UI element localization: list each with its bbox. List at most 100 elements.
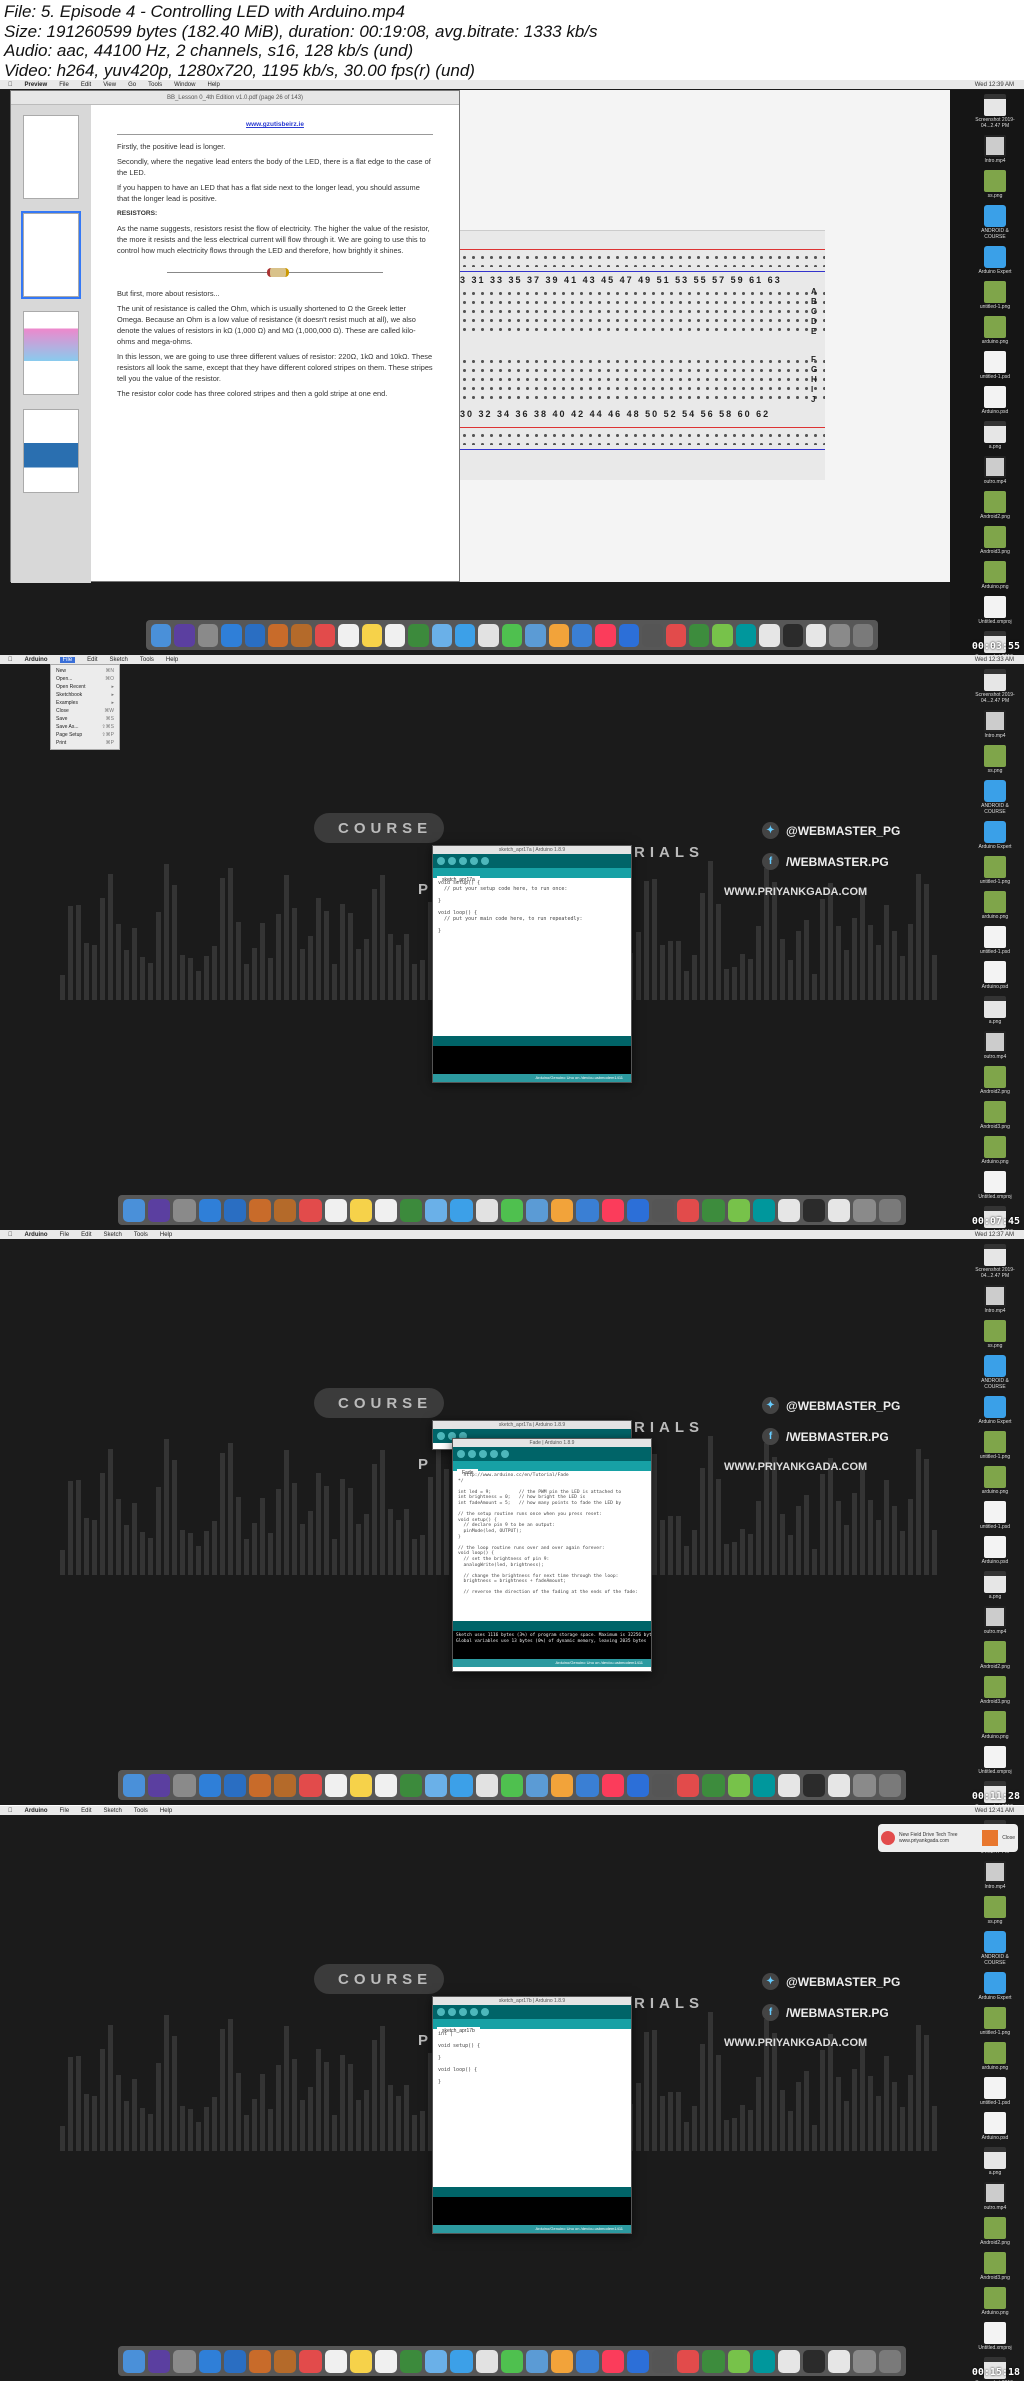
dock-app-icon[interactable] <box>478 623 499 647</box>
menu-edit[interactable]: Edit <box>81 1808 91 1814</box>
menu-file-open[interactable]: File <box>59 656 76 663</box>
menu-sketch[interactable]: Sketch <box>104 1808 122 1814</box>
code-editor[interactable]: http://www.arduino.cc/en/Tutorial/Fade *… <box>453 1471 651 1621</box>
apple-icon[interactable]:  <box>8 1808 13 1814</box>
menu-tools[interactable]: Tools <box>134 1808 148 1814</box>
file-menu-item[interactable]: Sketchbook ▸ <box>51 691 119 699</box>
dock-app-icon[interactable] <box>248 1198 272 1222</box>
dock-app-icon[interactable] <box>475 2349 498 2373</box>
dock-app-icon[interactable] <box>677 1773 700 1797</box>
desktop-icon[interactable]: Arduino.psd <box>973 1536 1017 1565</box>
menu-file[interactable]: File <box>60 1808 70 1814</box>
desktop-icon[interactable]: ANDROID & COURSE <box>973 1931 1017 1966</box>
arduino-titlebar[interactable]: sketch_apr17a | Arduino 1.8.9 <box>433 846 631 854</box>
dock-app-icon[interactable] <box>223 2349 246 2373</box>
menu-view[interactable]: View <box>103 82 116 88</box>
dock-app-icon[interactable] <box>198 1198 221 1222</box>
dock-app-icon[interactable] <box>475 1198 498 1222</box>
dock-app-icon[interactable] <box>642 623 663 647</box>
dock-app-icon[interactable] <box>173 1773 196 1797</box>
desktop-icon[interactable]: Arduino.png <box>973 1136 1017 1165</box>
dock-app-icon[interactable] <box>727 1198 750 1222</box>
menu-help[interactable]: Help <box>166 657 178 663</box>
dock-app-icon[interactable] <box>829 623 850 647</box>
dock-app-icon[interactable] <box>852 623 874 647</box>
dock-app-icon[interactable] <box>198 1773 221 1797</box>
desktop-icon[interactable]: Android2.png <box>973 491 1017 520</box>
dock-app-icon[interactable] <box>777 2349 801 2373</box>
dock-app-icon[interactable] <box>803 1198 826 1222</box>
desktop-icon[interactable]: untitled-1.png <box>973 2007 1017 2036</box>
dock-app-icon[interactable] <box>299 2349 322 2373</box>
dock-app-icon[interactable] <box>525 623 546 647</box>
dock-app-icon[interactable] <box>361 623 382 647</box>
page-thumbnail-selected[interactable] <box>21 211 81 299</box>
file-menu-item[interactable]: Save As... ⇧⌘S <box>51 723 119 731</box>
desktop-icon[interactable]: outro.mp4 <box>973 1031 1017 1060</box>
dock-app-icon[interactable] <box>431 623 453 647</box>
new-icon[interactable] <box>459 2008 467 2016</box>
dock-app-icon[interactable] <box>221 623 242 647</box>
open-icon[interactable] <box>490 1450 498 1458</box>
desktop-icon[interactable]: Intro.mp4 <box>973 710 1017 739</box>
dock-app-icon[interactable] <box>475 1773 498 1797</box>
dock-app-icon[interactable] <box>803 2349 826 2373</box>
dock-app-icon[interactable] <box>173 1198 196 1222</box>
dock-app-icon[interactable] <box>702 1773 725 1797</box>
file-menu-item[interactable]: Open Recent ▸ <box>51 683 119 691</box>
dock-app-icon[interactable] <box>450 2349 473 2373</box>
dock-app-icon[interactable] <box>752 2349 775 2373</box>
desktop-icon[interactable]: ANDROID & COURSE <box>973 205 1017 240</box>
dock-app-icon[interactable] <box>349 1773 372 1797</box>
desktop-icon[interactable]: arduino.png <box>973 2042 1017 2071</box>
dock-app-icon[interactable] <box>601 1773 624 1797</box>
desktop-icon[interactable]: ss.png <box>973 1320 1017 1349</box>
dock-app-icon[interactable] <box>148 1198 171 1222</box>
desktop-icon[interactable]: untitled-1.psd <box>973 1501 1017 1530</box>
desktop-icon[interactable]: Arduino.psd <box>973 961 1017 990</box>
dock-app-icon[interactable] <box>299 1773 322 1797</box>
menu-help[interactable]: Help <box>160 1808 172 1814</box>
dock-app-icon[interactable] <box>777 1198 801 1222</box>
desktop-icon[interactable]: Android3.png <box>973 1101 1017 1130</box>
dock-app-icon[interactable] <box>677 1198 700 1222</box>
dock-app-icon[interactable] <box>853 2349 876 2373</box>
dock-app-icon[interactable] <box>173 2349 196 2373</box>
desktop-icon[interactable]: Android3.png <box>973 526 1017 555</box>
apple-icon[interactable]:  <box>8 657 13 663</box>
dock-app-icon[interactable] <box>618 623 640 647</box>
open-icon[interactable] <box>470 2008 478 2016</box>
dock-app-icon[interactable] <box>878 1198 901 1222</box>
dock-app-icon[interactable] <box>759 623 780 647</box>
dock-app-icon[interactable] <box>267 623 289 647</box>
dock-app-icon[interactable] <box>651 1773 675 1797</box>
desktop-icon[interactable]: Arduino Expert <box>973 1972 1017 2001</box>
desktop-icon[interactable]: Arduino.psd <box>973 2112 1017 2141</box>
dock-app-icon[interactable] <box>123 2349 146 2373</box>
dock-app-icon[interactable] <box>727 1773 750 1797</box>
desktop-icon[interactable]: Intro.mp4 <box>973 135 1017 164</box>
dock-app-icon[interactable] <box>626 1773 649 1797</box>
menu-file[interactable]: File <box>60 1232 70 1238</box>
dock-app-icon[interactable] <box>551 1773 574 1797</box>
dock-app-icon[interactable] <box>601 2349 624 2373</box>
dock-app-icon[interactable] <box>324 2349 347 2373</box>
dock-app-icon[interactable] <box>828 1773 851 1797</box>
file-menu-item[interactable]: Close ⌘W <box>51 707 119 715</box>
dock-app-icon[interactable] <box>408 623 429 647</box>
desktop-icon[interactable]: Screenshot 2019-04...2.47 PM <box>973 1244 1017 1279</box>
dock-app-icon[interactable] <box>551 2349 574 2373</box>
menu-edit[interactable]: Edit <box>81 1232 91 1238</box>
dock-app-icon[interactable] <box>828 1198 851 1222</box>
menu-preview[interactable]: Preview <box>25 82 48 88</box>
open-icon[interactable] <box>470 857 478 865</box>
dock-app-icon[interactable] <box>450 1198 473 1222</box>
dock-app-icon[interactable] <box>651 1198 675 1222</box>
dock-app-icon[interactable] <box>197 623 219 647</box>
dock-app-icon[interactable] <box>123 1773 146 1797</box>
desktop-icon[interactable]: untitled-1.png <box>973 856 1017 885</box>
dock-app-icon[interactable] <box>374 2349 398 2373</box>
dock-app-icon[interactable] <box>526 1198 549 1222</box>
desktop-icon[interactable]: Screenshot 2019-04...2.47 PM <box>973 669 1017 704</box>
code-editor[interactable]: int | void setup() { } void loop() { } <box>433 2029 631 2187</box>
